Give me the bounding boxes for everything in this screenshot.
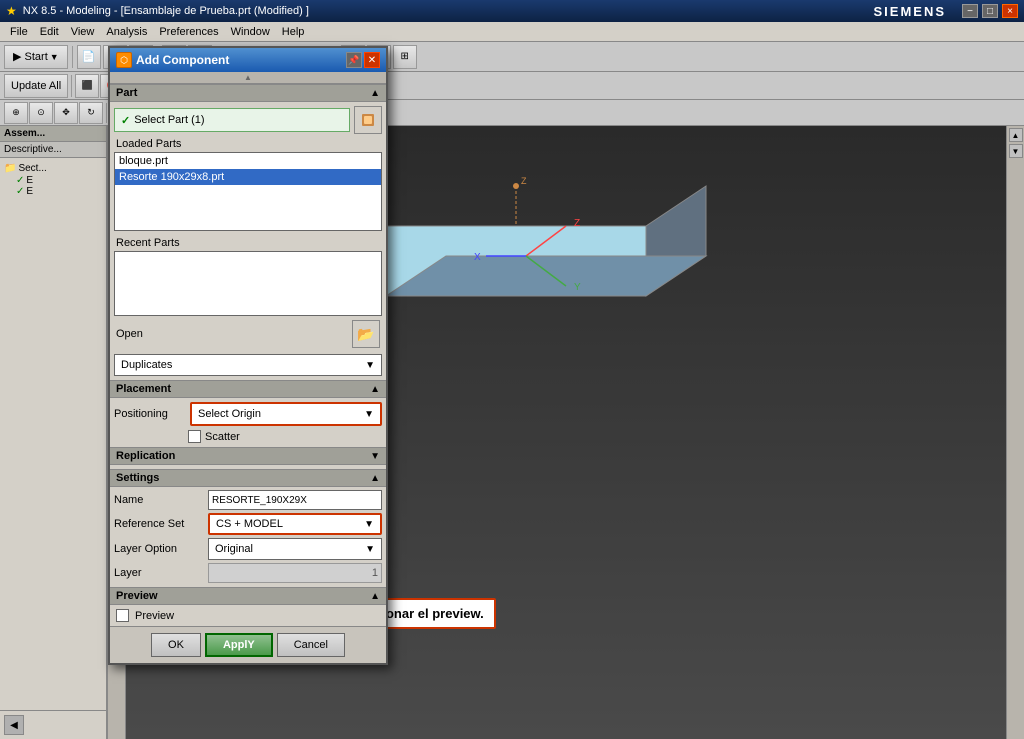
preview-arrow: ▲ [370,591,380,602]
placement-section-header: Placement ▲ [110,380,386,398]
close-btn[interactable]: × [1002,4,1018,18]
menu-window[interactable]: Window [225,24,276,40]
open-label: Open [116,328,143,340]
layer-opt-arrow: ▼ [365,544,375,555]
preview-section-header: Preview ▲ [110,587,386,605]
scatter-row: Scatter [188,430,382,443]
preview-label: Preview [135,610,174,622]
right-strip: ▲ ▼ [1006,126,1024,739]
app-icon: ★ [6,4,17,18]
app-window: ★ NX 8.5 - Modeling - [Ensamblaje de Pru… [0,0,1024,739]
open-folder-btn[interactable]: 📂 [352,320,380,348]
select-part-row: ✓ Select Part (1) [114,106,382,134]
dup-arrow: ▼ [365,360,375,371]
descriptive-header: Descriptive... [0,142,106,158]
layer-input[interactable]: 1 [208,563,382,583]
preview-check-row: Preview [116,609,380,622]
start-btn[interactable]: ▶ Start ▼ [4,45,68,69]
recent-parts-label: Recent Parts [110,235,386,251]
layer-option-row: Layer Option Original ▼ [114,538,382,560]
add-component-dialog: ⬡ Add Component 📌 ✕ ▲ Part ▲ ✓ Select Pa… [108,46,388,665]
name-row: Name RESORTE_190X29X [114,490,382,510]
select-part-checkmark: ✓ [121,114,130,127]
svg-text:Y: Y [574,282,581,293]
maximize-btn[interactable]: □ [982,4,998,18]
menu-view[interactable]: View [65,24,101,40]
dialog-close[interactable]: ✕ [364,52,380,68]
layer-row: Layer 1 [114,563,382,583]
loaded-parts-label: Loaded Parts [110,138,386,150]
placement-arrow: ▲ [370,384,380,395]
update-all-btn[interactable]: Update All [4,74,68,98]
select-part-label: Select Part (1) [134,114,204,126]
recent-parts-box[interactable] [114,251,382,316]
reference-set-dropdown[interactable]: CS + MODEL ▼ [208,513,382,535]
right-btn-2[interactable]: ▼ [1009,144,1023,158]
dialog-pin[interactable]: 📌 [346,52,362,68]
layer-option-dropdown[interactable]: Original ▼ [208,538,382,560]
positioning-label: Positioning [114,408,186,420]
left-panel: Assem... Descriptive... 📁Sect... ✓E ✓E ◀ [0,126,108,739]
scatter-label: Scatter [205,431,240,443]
assembly-header: Assem... [0,126,106,142]
tb-new[interactable]: 📄 [77,45,101,69]
dialog-titlebar: ⬡ Add Component 📌 ✕ [110,48,386,72]
replication-section-header: Replication ▼ [110,447,386,465]
parts-list[interactable]: bloque.prt Resorte 190x29x8.prt [114,152,382,231]
tb-snap[interactable]: ⊞ [393,45,417,69]
minimize-btn[interactable]: − [962,4,978,18]
parts-list-item-2[interactable]: Resorte 190x29x8.prt [115,169,381,185]
tb-extrude[interactable]: ⬛ [75,74,99,98]
apply-btn[interactable]: ApplY [205,633,273,657]
name-label: Name [114,494,204,506]
select-part-btn[interactable]: ✓ Select Part (1) [114,108,350,132]
layer-label: Layer [114,567,204,579]
part-section-arrow: ▲ [370,88,380,99]
tb-pan[interactable]: ✥ [54,102,78,124]
reference-set-label: Reference Set [114,518,204,530]
title-bar: ★ NX 8.5 - Modeling - [Ensamblaje de Pru… [0,0,1024,22]
scatter-checkbox[interactable] [188,430,201,443]
name-value[interactable]: RESORTE_190X29X [208,490,382,510]
app-title: NX 8.5 - Modeling - [Ensamblaje de Prueb… [23,5,309,17]
duplicates-row: Duplicates ▼ [114,354,382,376]
tb-zoom[interactable]: ⊙ [29,102,53,124]
settings-arrow: ▲ [370,473,380,484]
settings-section-header: Settings ▲ [110,469,386,487]
tb-orient[interactable]: ⊕ [4,102,28,124]
parts-list-item-1[interactable]: bloque.prt [115,153,381,169]
menu-file[interactable]: File [4,24,34,40]
siemens-brand: SIEMENS [873,4,946,19]
menu-help[interactable]: Help [276,24,311,40]
svg-text:Z: Z [574,218,580,229]
dialog-title-text: Add Component [136,53,229,67]
positioning-dropdown[interactable]: Select Origin ▼ [190,402,382,426]
menu-preferences[interactable]: Preferences [153,24,224,40]
panel-icon-1[interactable]: ◀ [4,715,24,735]
tb-rotate[interactable]: ↻ [79,102,103,124]
ref-dropdown-arrow: ▼ [364,519,374,530]
dialog-icon: ⬡ [116,52,132,68]
menu-edit[interactable]: Edit [34,24,65,40]
duplicates-dropdown[interactable]: Duplicates ▼ [114,354,382,376]
reference-set-row: Reference Set CS + MODEL ▼ [114,513,382,535]
svg-text:Z: Z [521,176,527,186]
dialog-buttons: OK ApplY Cancel [110,626,386,663]
part-section-header: Part ▲ [110,84,386,102]
panel-icons: ◀ [0,710,106,739]
menu-bar: File Edit View Analysis Preferences Wind… [0,22,1024,42]
ok-btn[interactable]: OK [151,633,201,657]
assembly-tree: 📁Sect... ✓E ✓E [0,158,106,710]
layer-option-label: Layer Option [114,543,204,555]
svg-text:X: X [474,252,481,263]
right-btn-1[interactable]: ▲ [1009,128,1023,142]
preview-checkbox[interactable] [116,609,129,622]
replication-arrow: ▼ [370,451,380,462]
menu-analysis[interactable]: Analysis [100,24,153,40]
part-icon-btn[interactable] [354,106,382,134]
cancel-btn[interactable]: Cancel [277,633,345,657]
pos-dropdown-arrow: ▼ [364,409,374,420]
positioning-row: Positioning Select Origin ▼ [114,402,382,426]
open-row: Open 📂 [110,316,386,352]
